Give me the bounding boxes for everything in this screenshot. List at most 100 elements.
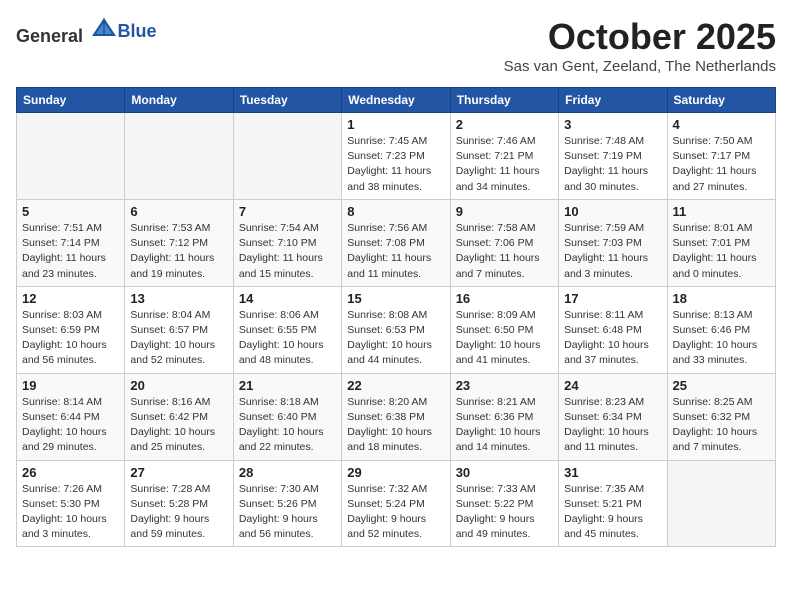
day-info: Sunrise: 8:16 AM Sunset: 6:42 PM Dayligh… xyxy=(130,395,227,456)
calendar-cell xyxy=(125,113,233,200)
day-info: Sunrise: 8:11 AM Sunset: 6:48 PM Dayligh… xyxy=(564,308,661,369)
day-number: 20 xyxy=(130,378,227,393)
calendar-cell: 27 Sunrise: 7:28 AM Sunset: 5:28 PM Dayli… xyxy=(125,460,233,547)
day-number: 1 xyxy=(347,117,444,132)
day-number: 10 xyxy=(564,204,661,219)
calendar-cell: 30 Sunrise: 7:33 AM Sunset: 5:22 PM Dayli… xyxy=(450,460,558,547)
header-sunday: Sunday xyxy=(17,88,125,113)
calendar-cell: 2Sunrise: 7:46 AM Sunset: 7:21 PM Daylig… xyxy=(450,113,558,200)
day-info: Sunrise: 7:51 AM Sunset: 7:14 PM Dayligh… xyxy=(22,221,119,282)
header-right: October 2025 Sas van Gent, Zeeland, The … xyxy=(504,16,776,83)
calendar-week-2: 5 Sunrise: 7:51 AM Sunset: 7:14 PM Daylig… xyxy=(17,199,776,286)
calendar-cell: 24Sunrise: 8:23 AM Sunset: 6:34 PM Dayli… xyxy=(559,373,667,460)
calendar-cell: 7 Sunrise: 7:54 AM Sunset: 7:10 PM Daylig… xyxy=(233,199,341,286)
day-info: Sunrise: 7:59 AM Sunset: 7:03 PM Dayligh… xyxy=(564,221,661,282)
day-info: Sunrise: 8:08 AM Sunset: 6:53 PM Dayligh… xyxy=(347,308,444,369)
day-number: 15 xyxy=(347,291,444,306)
header-tuesday: Tuesday xyxy=(233,88,341,113)
calendar-cell xyxy=(17,113,125,200)
day-info: Sunrise: 8:21 AM Sunset: 6:36 PM Dayligh… xyxy=(456,395,553,456)
calendar-cell: 10 Sunrise: 7:59 AM Sunset: 7:03 PM Dayli… xyxy=(559,199,667,286)
day-number: 25 xyxy=(673,378,770,393)
calendar-cell: 4Sunrise: 7:50 AM Sunset: 7:17 PM Daylig… xyxy=(667,113,775,200)
calendar-cell: 23Sunrise: 8:21 AM Sunset: 6:36 PM Dayli… xyxy=(450,373,558,460)
day-info: Sunrise: 8:06 AM Sunset: 6:55 PM Dayligh… xyxy=(239,308,336,369)
day-info: Sunrise: 7:46 AM Sunset: 7:21 PM Dayligh… xyxy=(456,134,553,195)
day-info: Sunrise: 7:48 AM Sunset: 7:19 PM Dayligh… xyxy=(564,134,661,195)
calendar-cell: 3 Sunrise: 7:48 AM Sunset: 7:19 PM Daylig… xyxy=(559,113,667,200)
logo-blue: Blue xyxy=(118,22,157,42)
day-number: 29 xyxy=(347,465,444,480)
day-number: 3 xyxy=(564,117,661,132)
day-number: 26 xyxy=(22,465,119,480)
day-info: Sunrise: 7:33 AM Sunset: 5:22 PM Dayligh… xyxy=(456,482,553,543)
header-friday: Friday xyxy=(559,88,667,113)
day-number: 30 xyxy=(456,465,553,480)
calendar-cell: 12Sunrise: 8:03 AM Sunset: 6:59 PM Dayli… xyxy=(17,286,125,373)
day-info: Sunrise: 7:30 AM Sunset: 5:26 PM Dayligh… xyxy=(239,482,336,543)
day-info: Sunrise: 8:25 AM Sunset: 6:32 PM Dayligh… xyxy=(673,395,770,456)
calendar-cell: 9 Sunrise: 7:58 AM Sunset: 7:06 PM Daylig… xyxy=(450,199,558,286)
day-number: 7 xyxy=(239,204,336,219)
day-number: 17 xyxy=(564,291,661,306)
calendar-cell: 18 Sunrise: 8:13 AM Sunset: 6:46 PM Dayli… xyxy=(667,286,775,373)
calendar-cell: 8Sunrise: 7:56 AM Sunset: 7:08 PM Daylig… xyxy=(342,199,450,286)
day-info: Sunrise: 7:28 AM Sunset: 5:28 PM Dayligh… xyxy=(130,482,227,543)
day-info: Sunrise: 8:01 AM Sunset: 7:01 PM Dayligh… xyxy=(673,221,770,282)
day-info: Sunrise: 7:58 AM Sunset: 7:06 PM Dayligh… xyxy=(456,221,553,282)
calendar-cell: 15 Sunrise: 8:08 AM Sunset: 6:53 PM Dayli… xyxy=(342,286,450,373)
calendar-cell: 19Sunrise: 8:14 AM Sunset: 6:44 PM Dayli… xyxy=(17,373,125,460)
calendar-cell: 29 Sunrise: 7:32 AM Sunset: 5:24 PM Dayli… xyxy=(342,460,450,547)
day-info: Sunrise: 7:26 AM Sunset: 5:30 PM Dayligh… xyxy=(22,482,119,543)
day-info: Sunrise: 8:09 AM Sunset: 6:50 PM Dayligh… xyxy=(456,308,553,369)
logo-general: General xyxy=(16,26,83,46)
day-number: 13 xyxy=(130,291,227,306)
day-info: Sunrise: 7:35 AM Sunset: 5:21 PM Dayligh… xyxy=(564,482,661,543)
day-number: 18 xyxy=(673,291,770,306)
calendar-cell: 25 Sunrise: 8:25 AM Sunset: 6:32 PM Dayli… xyxy=(667,373,775,460)
calendar-cell: 28 Sunrise: 7:30 AM Sunset: 5:26 PM Dayli… xyxy=(233,460,341,547)
day-info: Sunrise: 8:20 AM Sunset: 6:38 PM Dayligh… xyxy=(347,395,444,456)
calendar-cell: 16Sunrise: 8:09 AM Sunset: 6:50 PM Dayli… xyxy=(450,286,558,373)
day-number: 27 xyxy=(130,465,227,480)
calendar-cell: 5 Sunrise: 7:51 AM Sunset: 7:14 PM Daylig… xyxy=(17,199,125,286)
calendar-cell: 11 Sunrise: 8:01 AM Sunset: 7:01 PM Dayli… xyxy=(667,199,775,286)
day-number: 12 xyxy=(22,291,119,306)
calendar-cell: 1Sunrise: 7:45 AM Sunset: 7:23 PM Daylig… xyxy=(342,113,450,200)
calendar-cell: 17 Sunrise: 8:11 AM Sunset: 6:48 PM Dayli… xyxy=(559,286,667,373)
header-wednesday: Wednesday xyxy=(342,88,450,113)
calendar-cell: 14Sunrise: 8:06 AM Sunset: 6:55 PM Dayli… xyxy=(233,286,341,373)
calendar-cell: 21Sunrise: 8:18 AM Sunset: 6:40 PM Dayli… xyxy=(233,373,341,460)
day-number: 11 xyxy=(673,204,770,219)
calendar-week-1: 1Sunrise: 7:45 AM Sunset: 7:23 PM Daylig… xyxy=(17,113,776,200)
calendar-cell: 31 Sunrise: 7:35 AM Sunset: 5:21 PM Dayli… xyxy=(559,460,667,547)
calendar-week-4: 19Sunrise: 8:14 AM Sunset: 6:44 PM Dayli… xyxy=(17,373,776,460)
calendar-cell: 20 Sunrise: 8:16 AM Sunset: 6:42 PM Dayli… xyxy=(125,373,233,460)
calendar-cell: 26 Sunrise: 7:26 AM Sunset: 5:30 PM Dayli… xyxy=(17,460,125,547)
calendar-week-5: 26 Sunrise: 7:26 AM Sunset: 5:30 PM Dayli… xyxy=(17,460,776,547)
day-number: 8 xyxy=(347,204,444,219)
day-info: Sunrise: 7:53 AM Sunset: 7:12 PM Dayligh… xyxy=(130,221,227,282)
day-info: Sunrise: 8:04 AM Sunset: 6:57 PM Dayligh… xyxy=(130,308,227,369)
weekday-header-row: Sunday Monday Tuesday Wednesday Thursday… xyxy=(17,88,776,113)
header-thursday: Thursday xyxy=(450,88,558,113)
calendar-table: Sunday Monday Tuesday Wednesday Thursday… xyxy=(16,87,776,547)
day-number: 5 xyxy=(22,204,119,219)
day-info: Sunrise: 8:23 AM Sunset: 6:34 PM Dayligh… xyxy=(564,395,661,456)
day-number: 28 xyxy=(239,465,336,480)
day-number: 9 xyxy=(456,204,553,219)
day-info: Sunrise: 7:54 AM Sunset: 7:10 PM Dayligh… xyxy=(239,221,336,282)
month-title: October 2025 xyxy=(504,16,776,58)
day-info: Sunrise: 8:18 AM Sunset: 6:40 PM Dayligh… xyxy=(239,395,336,456)
calendar-cell xyxy=(233,113,341,200)
day-info: Sunrise: 8:13 AM Sunset: 6:46 PM Dayligh… xyxy=(673,308,770,369)
calendar-cell: 13 Sunrise: 8:04 AM Sunset: 6:57 PM Dayli… xyxy=(125,286,233,373)
logo: General Blue xyxy=(16,16,157,47)
day-number: 22 xyxy=(347,378,444,393)
logo-icon xyxy=(90,14,118,42)
day-number: 31 xyxy=(564,465,661,480)
day-info: Sunrise: 7:32 AM Sunset: 5:24 PM Dayligh… xyxy=(347,482,444,543)
day-number: 4 xyxy=(673,117,770,132)
header-saturday: Saturday xyxy=(667,88,775,113)
day-info: Sunrise: 8:14 AM Sunset: 6:44 PM Dayligh… xyxy=(22,395,119,456)
